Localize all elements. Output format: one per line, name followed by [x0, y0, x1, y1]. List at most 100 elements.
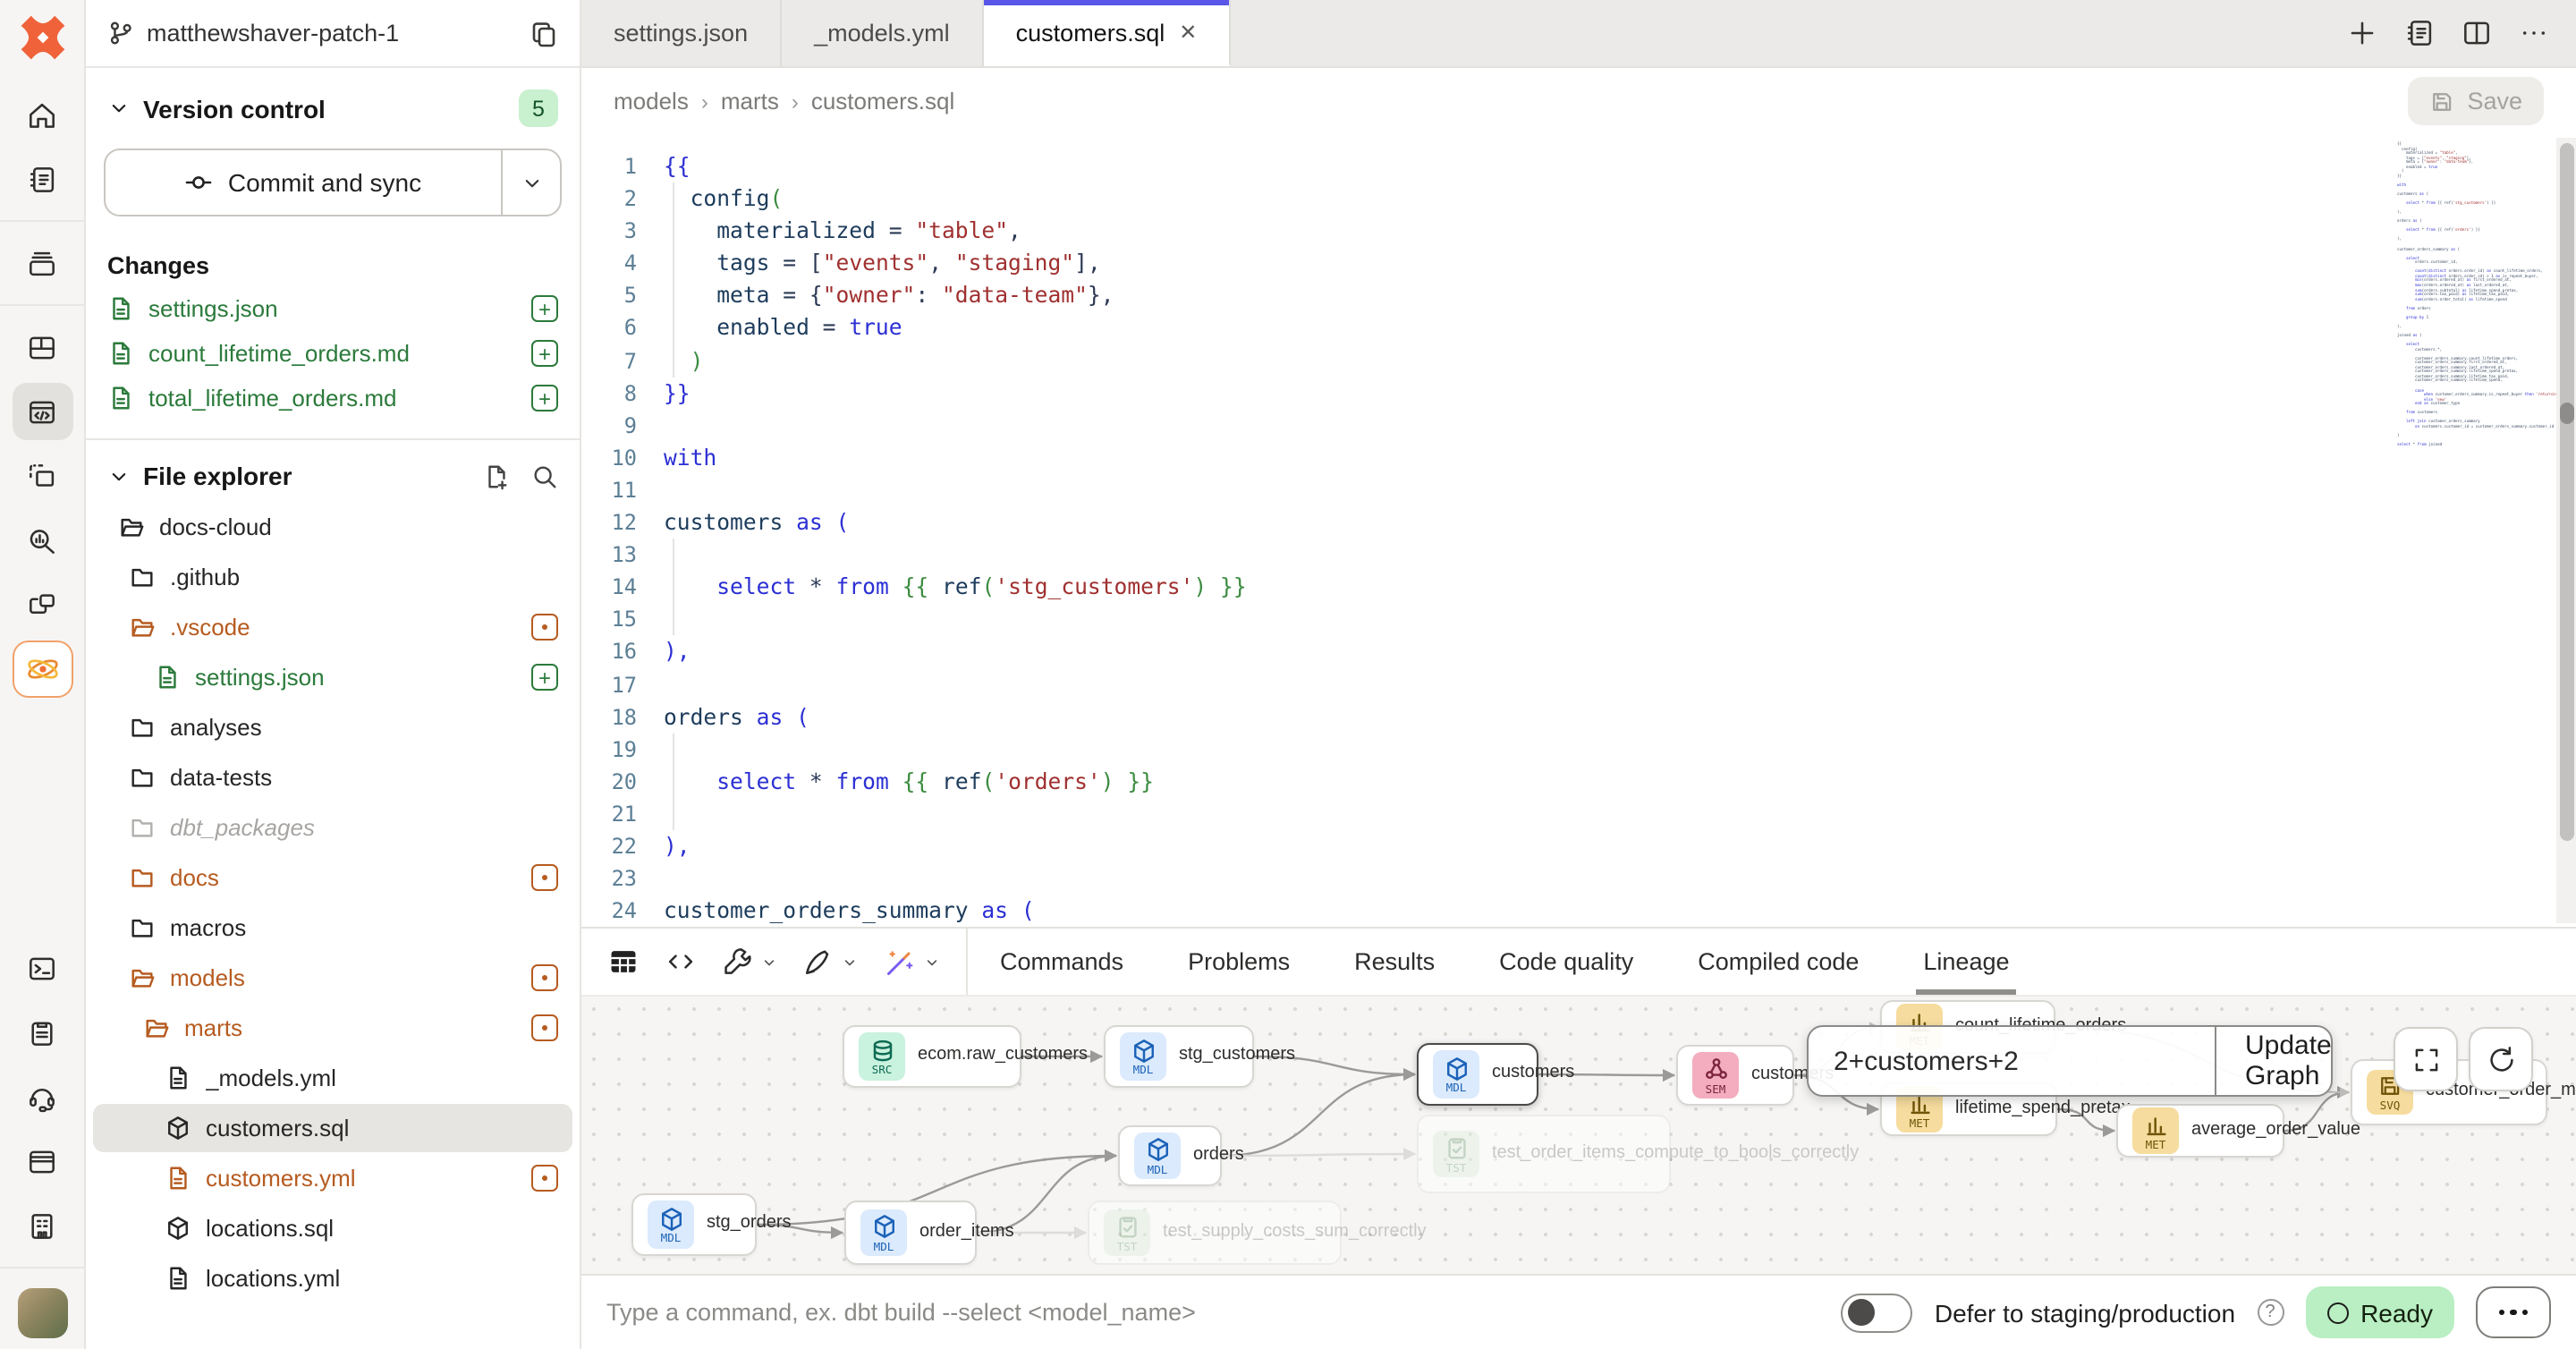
stage-file-button[interactable]: +: [531, 385, 558, 411]
breadcrumb-item[interactable]: models: [614, 88, 689, 115]
scrollbar-thumb-dark[interactable]: [2559, 403, 2573, 424]
tab-customers-sql[interactable]: customers.sql✕: [984, 0, 1232, 66]
breadcrumb-item[interactable]: marts: [721, 88, 779, 115]
rail-item-clipboard[interactable]: [12, 1004, 72, 1061]
rail-item-terminal[interactable]: [12, 939, 72, 997]
panel-tab-results[interactable]: Results: [1322, 929, 1467, 995]
rail-item-code-editor[interactable]: [12, 383, 72, 440]
editor-scrollbar[interactable]: [2556, 138, 2576, 923]
tree-item-customers-yml[interactable]: customers.yml: [93, 1154, 572, 1202]
panel-tab-compiled-code[interactable]: Compiled code: [1665, 929, 1891, 995]
close-tab-icon[interactable]: ✕: [1179, 20, 1197, 45]
commit-options-caret[interactable]: [501, 150, 560, 215]
code-editor[interactable]: 1{{2 config(3 materialized = "table",4 t…: [581, 134, 2576, 927]
lineage-search-input[interactable]: [1809, 1027, 2215, 1095]
tree-item-data-tests[interactable]: data-tests: [93, 753, 572, 802]
lineage-node-customers_sem[interactable]: SEMcustomers: [1676, 1045, 1794, 1106]
tree-item-dbt-packages[interactable]: dbt_packages: [93, 803, 572, 852]
tree-item-settings-json[interactable]: settings.json+: [93, 653, 572, 701]
lineage-node-ecom_raw_customers[interactable]: SRCecom.raw_customers: [843, 1025, 1021, 1088]
commit-and-sync-button[interactable]: Commit and sync: [104, 148, 562, 216]
ellipsis-icon[interactable]: [2517, 16, 2551, 50]
version-control-header[interactable]: Version control 5: [86, 68, 580, 138]
stage-file-button[interactable]: +: [531, 295, 558, 322]
tree-item-analyses[interactable]: analyses: [93, 703, 572, 751]
tree-item-customers-sql[interactable]: customers.sql: [93, 1104, 572, 1152]
rail-item-layout-grid[interactable]: [12, 318, 72, 376]
panel-tool-wand[interactable]: [882, 944, 941, 980]
lineage-canvas[interactable]: .edge{stroke:#9b9a98;fill:none;stroke-wi…: [581, 997, 2576, 1274]
rail-item-headset[interactable]: [12, 1068, 72, 1125]
panel-tab-commands[interactable]: Commands: [968, 929, 1156, 995]
panel-tool-code[interactable]: [664, 945, 698, 979]
panel-tool-pen[interactable]: [801, 945, 859, 979]
rail-item-home[interactable]: [12, 86, 72, 143]
scrollbar-thumb[interactable]: [2559, 143, 2573, 841]
notebook-icon[interactable]: [2402, 16, 2436, 50]
tree-item-locations-yml[interactable]: locations.yml: [93, 1254, 572, 1302]
file-explorer-header[interactable]: File explorer: [86, 440, 580, 501]
dbt-logo-icon[interactable]: [12, 7, 72, 68]
breadcrumb-item[interactable]: customers.sql: [811, 88, 954, 115]
cube-icon: [165, 1115, 191, 1141]
fullscreen-button[interactable]: [2394, 1027, 2458, 1091]
update-graph-button[interactable]: Update Graph: [2215, 1027, 2360, 1095]
tree-item-locations-sql[interactable]: locations.sql: [93, 1204, 572, 1252]
stage-file-button[interactable]: +: [531, 340, 558, 367]
stage-file-button[interactable]: +: [531, 664, 558, 691]
rail-item-browser[interactable]: [12, 1133, 72, 1190]
lineage-node-order_items[interactable]: MDLorder_items: [844, 1201, 977, 1265]
tab-settings-json[interactable]: settings.json: [581, 0, 782, 66]
tree-item--vscode[interactable]: .vscode: [93, 603, 572, 651]
more-options-button[interactable]: [2476, 1286, 2551, 1338]
node-type-badge: MDL: [860, 1209, 907, 1257]
command-input[interactable]: Type a command, ex. dbt build --select <…: [606, 1299, 1820, 1326]
lineage-node-test_supply[interactable]: TSTtest_supply_costs_sum_correctly: [1088, 1201, 1342, 1265]
refresh-button[interactable]: [2469, 1027, 2533, 1091]
rail-item-frame-select[interactable]: [12, 447, 72, 505]
lineage-node-stg_customers[interactable]: MDLstg_customers: [1104, 1025, 1254, 1088]
tree-item-macros[interactable]: macros: [93, 904, 572, 952]
git-branch-icon: [107, 20, 134, 47]
commit-and-sync-main[interactable]: Commit and sync: [106, 150, 501, 215]
panel-tab-problems[interactable]: Problems: [1156, 929, 1322, 995]
rail-item-archive[interactable]: [12, 234, 72, 292]
lineage-node-stg_orders[interactable]: MDLstg_orders: [631, 1193, 757, 1256]
tab--models-yml[interactable]: _models.yml: [782, 0, 984, 66]
help-icon[interactable]: ?: [2257, 1299, 2284, 1326]
user-avatar[interactable]: [17, 1288, 67, 1338]
plus-icon[interactable]: [2345, 16, 2379, 50]
rail-item-notebook[interactable]: [12, 150, 72, 208]
lineage-node-orders[interactable]: MDLorders: [1118, 1125, 1222, 1186]
defer-toggle[interactable]: [1842, 1293, 1913, 1332]
rail-item-building[interactable]: [12, 1197, 72, 1254]
copy-icon[interactable]: [530, 19, 558, 47]
lineage-node-test_order_items[interactable]: TSTtest_order_items_compute_to_bools_cor…: [1417, 1115, 1671, 1193]
tree-item-models[interactable]: models: [93, 954, 572, 1002]
lineage-node-customers_mdl[interactable]: MDLcustomers: [1417, 1043, 1538, 1106]
changed-file-row[interactable]: settings.json+: [86, 286, 580, 331]
minimap[interactable]: {{ config( materialized = "table", tags …: [2397, 143, 2544, 448]
new-file-icon[interactable]: [483, 462, 510, 489]
rail-item-dbt-copilot[interactable]: [12, 641, 72, 698]
tree-item--models-yml[interactable]: _models.yml: [93, 1054, 572, 1102]
tree-item-docs-cloud[interactable]: docs-cloud: [93, 503, 572, 551]
panel-tool-wrench[interactable]: [721, 945, 778, 979]
panel-tool-table[interactable]: [606, 945, 640, 979]
branch-name[interactable]: matthewshaver-patch-1: [147, 20, 517, 47]
rail-item-windows[interactable]: [12, 576, 72, 633]
split-icon[interactable]: [2460, 16, 2494, 50]
tree-item-docs[interactable]: docs: [93, 853, 572, 902]
ready-status-badge[interactable]: Ready: [2305, 1286, 2454, 1338]
rail-item-insights-search[interactable]: [12, 512, 72, 569]
panel-tab-lineage[interactable]: Lineage: [1891, 929, 2041, 995]
changed-file-row[interactable]: count_lifetime_orders.md+: [86, 331, 580, 376]
tree-item-marts[interactable]: marts: [93, 1004, 572, 1052]
search-icon[interactable]: [531, 462, 558, 489]
changed-file-row[interactable]: total_lifetime_orders.md+: [86, 376, 580, 420]
tree-item--github[interactable]: .github: [93, 553, 572, 601]
save-button[interactable]: Save: [2408, 77, 2544, 125]
lineage-node-average_order_value[interactable]: METaverage_order_value: [2116, 1104, 2284, 1158]
code-line: 1{{: [581, 150, 2576, 182]
panel-tab-code-quality[interactable]: Code quality: [1467, 929, 1665, 995]
